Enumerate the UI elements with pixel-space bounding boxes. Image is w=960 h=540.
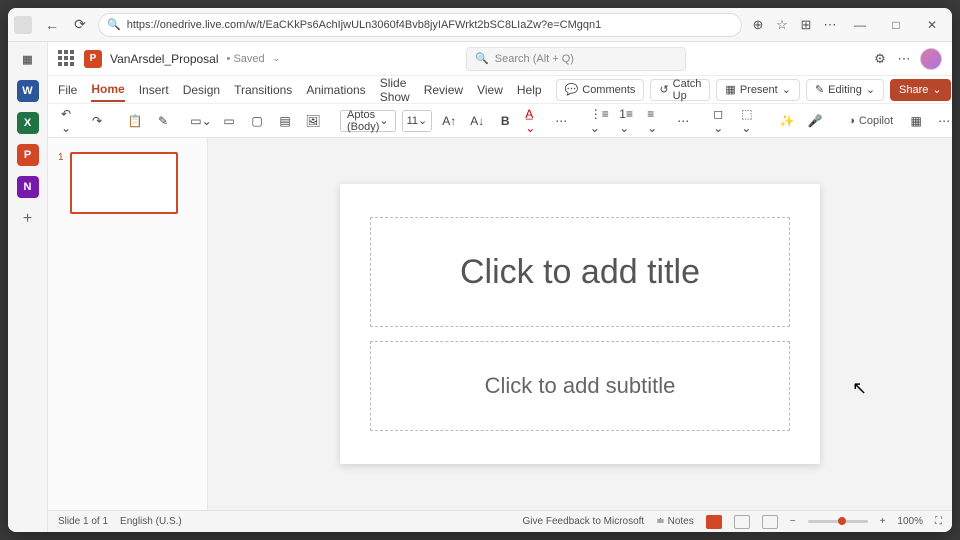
font-more-button[interactable]: ⋯	[550, 109, 572, 133]
editing-button[interactable]: ✎ Editing ⌄	[806, 79, 884, 101]
favorite-icon[interactable]: ☆	[774, 17, 790, 33]
rail-powerpoint-icon[interactable]: P	[17, 144, 39, 166]
bullets-button[interactable]: ⋮≡ ⌄	[588, 109, 610, 133]
slide-button[interactable]: ▢	[246, 109, 268, 133]
paste-button[interactable]: 📋	[124, 109, 146, 133]
zoom-slider[interactable]	[808, 520, 868, 523]
tab-animations[interactable]: Animations	[306, 79, 365, 101]
window-maximize[interactable]: □	[882, 11, 910, 39]
browser-tab[interactable]	[14, 16, 32, 34]
tab-review[interactable]: Review	[424, 79, 463, 101]
reading-view-button[interactable]	[762, 515, 778, 529]
format-painter-button[interactable]: ✎	[152, 109, 174, 133]
layout-button[interactable]: ▭	[218, 109, 240, 133]
search-icon: 🔍	[475, 52, 489, 65]
increase-font-button[interactable]: A↑	[438, 109, 460, 133]
zoom-level[interactable]: 100%	[897, 516, 923, 527]
refresh-button[interactable]: ⟳	[70, 15, 90, 35]
addins-button[interactable]: ▦	[905, 109, 927, 133]
window-close[interactable]: ✕	[918, 11, 946, 39]
search-placeholder: Search (Alt + Q)	[495, 53, 574, 65]
thumbnail-preview	[70, 152, 178, 214]
feedback-link[interactable]: Give Feedback to Microsoft	[523, 516, 645, 527]
tab-design[interactable]: Design	[183, 79, 220, 101]
title-placeholder[interactable]: Click to add title	[370, 217, 790, 327]
tab-view[interactable]: View	[477, 79, 503, 101]
section-button[interactable]: ▤	[274, 109, 296, 133]
shapes-button[interactable]: ◻ ⌄	[710, 109, 732, 133]
back-button[interactable]: ←	[42, 15, 62, 35]
rail-onenote-icon[interactable]: N	[17, 176, 39, 198]
app-launcher-icon[interactable]	[58, 50, 76, 68]
window-minimize[interactable]: —	[846, 11, 874, 39]
redo-button[interactable]: ↷	[86, 109, 108, 133]
arrange-button[interactable]: ⬚ ⌄	[738, 109, 760, 133]
bold-button[interactable]: B	[494, 109, 516, 133]
tab-slideshow[interactable]: Slide Show	[380, 72, 410, 108]
subtitle-placeholder[interactable]: Click to add subtitle	[370, 341, 790, 431]
notes-button[interactable]: ≐ Notes	[656, 516, 694, 527]
sorter-view-button[interactable]	[734, 515, 750, 529]
read-aloud-icon[interactable]: ⊕	[750, 17, 766, 33]
fit-to-window-button[interactable]: ⛶	[935, 516, 942, 527]
content-area: 1 Click to add title Click to add subtit…	[48, 138, 952, 510]
catchup-button[interactable]: ↺ Catch Up	[650, 79, 710, 101]
browser-toolbar: ← ⟳ 🔍 https://onedrive.live.com/w/t/EaCK…	[8, 8, 952, 42]
comments-button[interactable]: 💬 Comments	[556, 79, 645, 101]
search-input[interactable]: 🔍 Search (Alt + Q)	[466, 47, 686, 71]
numbering-button[interactable]: 1≡ ⌄	[616, 109, 638, 133]
undo-button[interactable]: ↶ ⌄	[58, 109, 80, 133]
normal-view-button[interactable]	[706, 515, 722, 529]
decrease-font-button[interactable]: A↓	[466, 109, 488, 133]
rail-add-icon[interactable]: +	[17, 208, 39, 230]
tab-transitions[interactable]: Transitions	[234, 79, 292, 101]
font-size-selector[interactable]: 11⌄	[402, 110, 433, 132]
dictate-button[interactable]: 🎤	[804, 109, 826, 133]
slide: Click to add title Click to add subtitle	[340, 184, 820, 464]
photo-button[interactable]: 🖼	[302, 109, 324, 133]
save-status: • Saved	[227, 53, 265, 65]
share-button[interactable]: Share ⌄	[890, 79, 951, 101]
status-bar: Slide 1 of 1 English (U.S.) Give Feedbac…	[48, 510, 952, 532]
toolbar-more-button[interactable]: ⋯	[933, 109, 952, 133]
zoom-in-button[interactable]: +	[880, 516, 886, 527]
more-browser-icon[interactable]: ⋯	[822, 17, 838, 33]
align-button[interactable]: ≡ ⌄	[644, 109, 666, 133]
zoom-out-button[interactable]: −	[790, 516, 796, 527]
address-bar[interactable]: 🔍 https://onedrive.live.com/w/t/EaCKkPs6…	[98, 13, 742, 37]
slide-thumbnails-panel: 1	[48, 138, 208, 510]
thumbnail-number: 1	[58, 152, 64, 214]
rail-home-icon[interactable]: ▦	[17, 48, 39, 70]
font-color-button[interactable]: A̲ ⌄	[522, 109, 544, 133]
new-slide-button[interactable]: ▭⌄	[190, 109, 212, 133]
language-indicator[interactable]: English (U.S.)	[120, 516, 182, 527]
lock-icon: 🔍	[107, 18, 121, 31]
designer-button[interactable]: ✨	[776, 109, 798, 133]
copilot-button[interactable]: ◑ Copilot	[842, 115, 899, 127]
title-more-icon[interactable]: ⋯	[896, 51, 912, 67]
document-name[interactable]: VanArsdel_Proposal	[110, 52, 219, 66]
ribbon-toolbar: ↶ ⌄ ↷ 📋 ✎ ▭⌄ ▭ ▢ ▤ 🖼 Aptos (Body)⌄ 11⌄ A…	[48, 104, 952, 138]
tab-insert[interactable]: Insert	[139, 79, 169, 101]
font-selector[interactable]: Aptos (Body)⌄	[340, 110, 396, 132]
rail-word-icon[interactable]: W	[17, 80, 39, 102]
collections-icon[interactable]: ⊞	[798, 17, 814, 33]
app-rail: ▦ W X P N +	[8, 42, 48, 532]
powerpoint-logo-icon: P	[84, 50, 102, 68]
rail-excel-icon[interactable]: X	[17, 112, 39, 134]
settings-icon[interactable]: ⚙	[872, 51, 888, 67]
user-avatar[interactable]	[920, 48, 942, 70]
tab-file[interactable]: File	[58, 79, 77, 101]
slide-counter[interactable]: Slide 1 of 1	[58, 516, 108, 527]
thumbnail-slide-1[interactable]: 1	[58, 152, 197, 214]
ribbon-tabs: File Home Insert Design Transitions Anim…	[48, 76, 952, 104]
url-text: https://onedrive.live.com/w/t/EaCKkPs6Ac…	[127, 19, 602, 31]
title-bar: P VanArsdel_Proposal • Saved ⌄ 🔍 Search …	[48, 42, 952, 76]
para-more-button[interactable]: ⋯	[672, 109, 694, 133]
tab-home[interactable]: Home	[91, 78, 124, 102]
slide-canvas[interactable]: Click to add title Click to add subtitle	[208, 138, 952, 510]
present-button[interactable]: ▦ Present ⌄	[716, 79, 800, 101]
title-chevron-icon[interactable]: ⌄	[273, 53, 281, 64]
tab-help[interactable]: Help	[517, 79, 542, 101]
